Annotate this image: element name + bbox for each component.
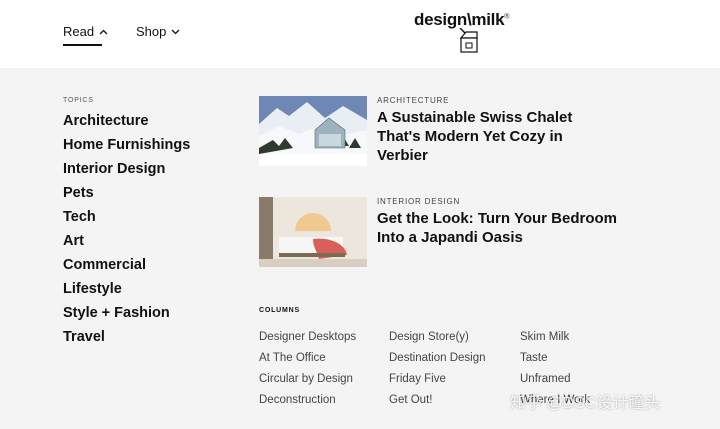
topic-link-art[interactable]: Art — [63, 232, 190, 256]
topic-link-travel[interactable]: Travel — [63, 328, 190, 352]
watermark-text: 知乎 @DSC设计瞳头 — [510, 395, 661, 412]
column-link-designer-desktops[interactable]: Designer Desktops — [259, 331, 356, 352]
column-link-skim-milk[interactable]: Skim Milk — [520, 331, 590, 352]
columns-list-1: Designer Desktops At The Office Circular… — [259, 331, 356, 415]
article-thumbnail-bedroom — [259, 197, 367, 267]
column-link-circular-by-design[interactable]: Circular by Design — [259, 373, 356, 394]
article-title[interactable]: Get the Look: Turn Your Bedroom Into a J… — [377, 209, 617, 247]
featured-article-bedroom[interactable]: INTERIOR DESIGN Get the Look: Turn Your … — [259, 197, 619, 273]
top-bar: Read Shop design\milk® — [0, 0, 720, 68]
topic-link-architecture[interactable]: Architecture — [63, 112, 190, 136]
column-link-destination-design[interactable]: Destination Design — [389, 352, 486, 373]
column-link-design-storey[interactable]: Design Store(y) — [389, 331, 486, 352]
column-link-taste[interactable]: Taste — [520, 352, 590, 373]
column-link-get-out[interactable]: Get Out! — [389, 394, 486, 415]
column-link-friday-five[interactable]: Friday Five — [389, 373, 486, 394]
active-underline — [63, 44, 102, 46]
nav-read-menu[interactable]: Read — [63, 24, 108, 46]
design-milk-logo[interactable]: design\milk® — [414, 10, 509, 54]
milk-carton-icon — [459, 28, 478, 53]
featured-article-chalet[interactable]: ARCHITECTURE A Sustainable Swiss Chalet … — [259, 96, 619, 172]
nav-read-label: Read — [63, 24, 95, 39]
nav-shop-label: Shop — [136, 24, 167, 39]
topics-heading: TOPICS — [63, 97, 94, 104]
topic-link-pets[interactable]: Pets — [63, 184, 190, 208]
article-category: ARCHITECTURE — [377, 96, 450, 105]
column-link-at-the-office[interactable]: At The Office — [259, 352, 356, 373]
nav-shop-menu[interactable]: Shop — [136, 24, 180, 39]
article-category: INTERIOR DESIGN — [377, 197, 461, 206]
topics-list: Architecture Home Furnishings Interior D… — [63, 112, 190, 352]
columns-heading: COLUMNS — [259, 307, 300, 314]
logo-wordmark: design\milk® — [414, 10, 510, 29]
column-link-deconstruction[interactable]: Deconstruction — [259, 394, 356, 415]
topic-link-tech[interactable]: Tech — [63, 208, 190, 232]
topic-link-commercial[interactable]: Commercial — [63, 256, 190, 280]
topic-link-home-furnishings[interactable]: Home Furnishings — [63, 136, 190, 160]
topic-link-interior-design[interactable]: Interior Design — [63, 160, 190, 184]
columns-list-2: Design Store(y) Destination Design Frida… — [389, 331, 486, 415]
topic-link-lifestyle[interactable]: Lifestyle — [63, 280, 190, 304]
topic-link-style-fashion[interactable]: Style + Fashion — [63, 304, 190, 328]
article-title[interactable]: A Sustainable Swiss Chalet That's Modern… — [377, 108, 617, 165]
chevron-up-icon — [99, 29, 108, 34]
article-thumbnail-chalet — [259, 96, 367, 166]
chevron-down-icon — [171, 29, 180, 34]
